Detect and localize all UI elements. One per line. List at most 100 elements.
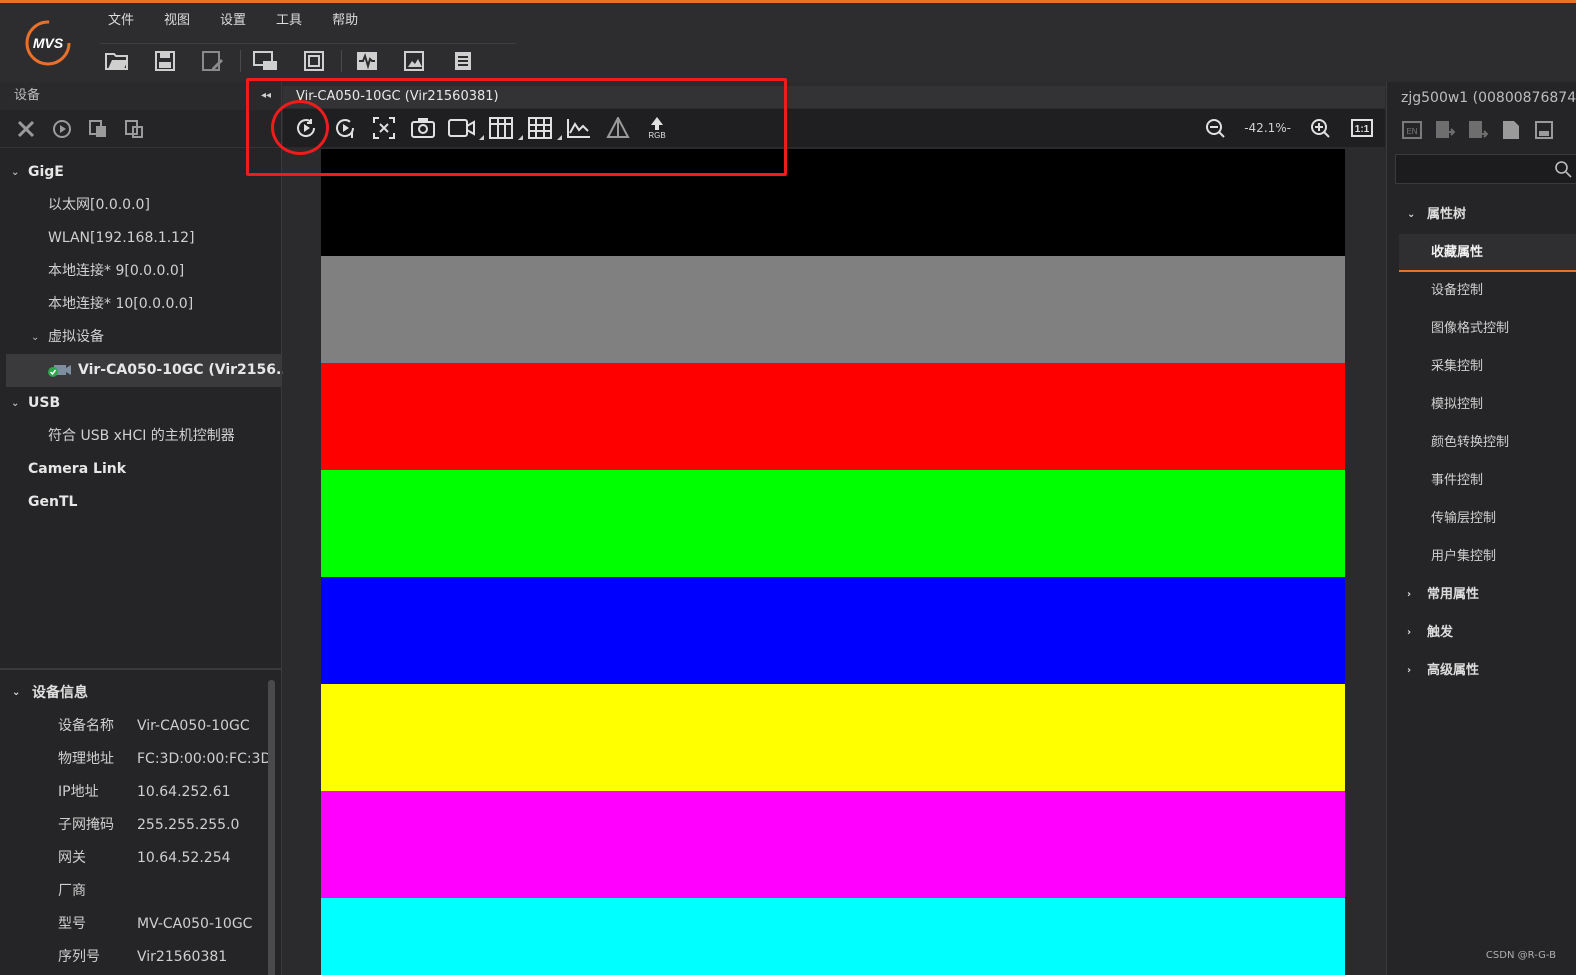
document-icon[interactable] <box>1500 115 1522 145</box>
property-acquisition[interactable]: 采集控制 <box>1387 348 1576 386</box>
mvs-logo: MVS <box>25 20 71 66</box>
tree-item-wlan[interactable]: WLAN[192.168.1.12] <box>0 222 281 255</box>
viewer-tab-title[interactable]: Vir-CA050-10GC (Vir21560381) <box>283 86 1385 108</box>
multi-window-icon[interactable] <box>249 46 283 76</box>
image-canvas[interactable] <box>321 149 1345 975</box>
crosshair-grid-icon[interactable] <box>525 113 562 143</box>
property-image-format[interactable]: 图像格式控制 <box>1387 310 1576 348</box>
export-icon[interactable] <box>1467 115 1489 145</box>
tree-node-camera-link[interactable]: Camera Link <box>0 453 281 486</box>
waveform-icon[interactable] <box>350 46 384 76</box>
svg-text:MVS: MVS <box>33 35 64 51</box>
tree-node-usb[interactable]: ⌄ USB <box>0 387 281 420</box>
svg-text:EN: EN <box>1406 127 1417 136</box>
device-panel-title: 设备 <box>14 88 41 103</box>
menu-view[interactable]: 视图 <box>156 9 212 33</box>
device-info-header[interactable]: ⌄ 设备信息 <box>0 670 281 710</box>
chevron-down-icon[interactable]: ⌄ <box>11 387 19 420</box>
property-analog[interactable]: 模拟控制 <box>1387 386 1576 424</box>
image-edit-icon[interactable] <box>398 46 432 76</box>
import-icon[interactable] <box>1434 115 1456 145</box>
device-info-panel: ⌄ 设备信息 设备名称 Vir-CA050-10GC 物理地址 FC:3D:00:00… <box>0 668 281 975</box>
tree-item-usb-controller[interactable]: 符合 USB xHCI 的主机控制器 <box>0 420 281 453</box>
chevron-down-icon[interactable]: ⌄ <box>31 321 39 354</box>
toolbar-separator <box>240 49 241 72</box>
info-row-mac: 物理地址 FC:3D:00:00:FC:3D <box>58 751 272 767</box>
copy-icon[interactable] <box>86 114 110 144</box>
snapshot-icon[interactable] <box>408 113 438 143</box>
property-event[interactable]: 事件控制 <box>1387 462 1576 500</box>
histogram-icon[interactable] <box>564 113 594 143</box>
property-toolbar: EN <box>1387 112 1576 148</box>
watermark: CSDN @R-G-B <box>1485 950 1556 961</box>
property-device-control[interactable]: 设备控制 <box>1387 272 1576 310</box>
batch-icon[interactable] <box>122 114 146 144</box>
chevron-down-icon[interactable]: ⌄ <box>1407 196 1415 234</box>
chevron-right-icon[interactable]: › <box>1407 614 1411 652</box>
color-bar-yellow <box>321 684 1345 791</box>
fullscreen-icon[interactable] <box>297 46 331 76</box>
disconnect-icon[interactable] <box>14 114 38 144</box>
menu-help[interactable]: 帮助 <box>324 9 380 33</box>
tree-node-gentl[interactable]: GenTL <box>0 486 281 519</box>
property-group-advanced[interactable]: › 高级属性 <box>1387 652 1576 690</box>
tree-item-virtual-camera[interactable]: Vir-CA050-10GC (Vir2156... <box>6 354 292 387</box>
device-panel-header: 设备 ◂◂ <box>0 82 281 110</box>
rgb-upload-icon[interactable]: RGB <box>642 113 672 143</box>
list-icon[interactable] <box>446 46 480 76</box>
property-transport-layer[interactable]: 传输层控制 <box>1387 500 1576 538</box>
start-grab-icon[interactable] <box>291 113 321 143</box>
mirror-icon[interactable] <box>603 113 633 143</box>
dropdown-arrow-icon[interactable] <box>479 135 484 140</box>
info-scrollbar[interactable] <box>268 680 275 975</box>
save-as-icon[interactable] <box>196 46 230 76</box>
property-tree-root[interactable]: ⌄ 属性树 <box>1387 196 1576 234</box>
language-en-icon[interactable]: EN <box>1401 115 1423 145</box>
info-row-subnet: 子网掩码 255.255.255.0 <box>58 817 240 833</box>
title-bar: MVS 文件 视图 设置 工具 帮助 <box>0 3 1576 82</box>
image-viewer: Vir-CA050-10GC (Vir21560381) RGB -42.1%-… <box>283 82 1385 975</box>
collapse-panel-button[interactable]: ◂◂ <box>261 82 271 110</box>
tree-node-gige[interactable]: ⌄ GigE <box>0 156 281 189</box>
property-group-trigger[interactable]: › 触发 <box>1387 614 1576 652</box>
zoom-controls: -42.1%- 1:1 <box>1200 109 1377 147</box>
chevron-down-icon[interactable]: ⌄ <box>11 156 19 189</box>
tree-item-local-10[interactable]: 本地连接* 10[0.0.0.0] <box>0 288 281 321</box>
color-bar-red <box>321 363 1345 470</box>
zoom-in-icon[interactable] <box>1305 113 1335 143</box>
menu-file[interactable]: 文件 <box>100 9 156 33</box>
property-favorites[interactable]: 收藏属性 <box>1399 234 1576 272</box>
chevron-right-icon[interactable]: › <box>1407 576 1411 614</box>
save-params-icon[interactable] <box>1533 115 1555 145</box>
play-icon[interactable] <box>50 114 74 144</box>
tree-item-ethernet[interactable]: 以太网[0.0.0.0] <box>0 189 281 222</box>
info-row-model: 型号 MV-CA050-10GC <box>58 916 253 932</box>
dropdown-arrow-icon[interactable] <box>557 135 562 140</box>
info-row-name: 设备名称 Vir-CA050-10GC <box>58 718 250 734</box>
property-group-common[interactable]: › 常用属性 <box>1387 576 1576 614</box>
property-search-input[interactable] <box>1395 154 1576 184</box>
info-row-ip: IP地址 10.64.252.61 <box>58 784 231 800</box>
search-icon[interactable] <box>1554 160 1572 178</box>
tree-item-local-9[interactable]: 本地连接* 9[0.0.0.0] <box>0 255 281 288</box>
menu-tools[interactable]: 工具 <box>268 9 324 33</box>
roi-grid-icon[interactable] <box>486 113 523 143</box>
property-user-set[interactable]: 用户集控制 <box>1387 538 1576 576</box>
zoom-out-icon[interactable] <box>1200 113 1230 143</box>
record-video-icon[interactable] <box>447 113 484 143</box>
actual-size-button[interactable]: 1:1 <box>1347 113 1377 143</box>
open-folder-icon[interactable] <box>100 46 134 76</box>
single-grab-icon[interactable] <box>330 113 360 143</box>
color-bar-gray <box>321 256 1345 363</box>
actual-size-label: 1:1 <box>1355 124 1370 135</box>
device-toolbar <box>0 110 281 148</box>
tree-node-virtual[interactable]: ⌄ 虚拟设备 <box>0 321 281 354</box>
dropdown-arrow-icon[interactable] <box>518 135 523 140</box>
menu-settings[interactable]: 设置 <box>212 9 268 33</box>
property-color-transform[interactable]: 颜色转换控制 <box>1387 424 1576 462</box>
save-icon[interactable] <box>148 46 182 76</box>
chevron-right-icon[interactable]: › <box>1407 652 1411 690</box>
chevron-down-icon[interactable]: ⌄ <box>12 670 20 716</box>
property-panel: zjg500w1 (00800876874 EN ⌄ 属性树 收藏属性 设备控制 … <box>1386 82 1576 975</box>
stop-grab-icon[interactable] <box>369 113 399 143</box>
